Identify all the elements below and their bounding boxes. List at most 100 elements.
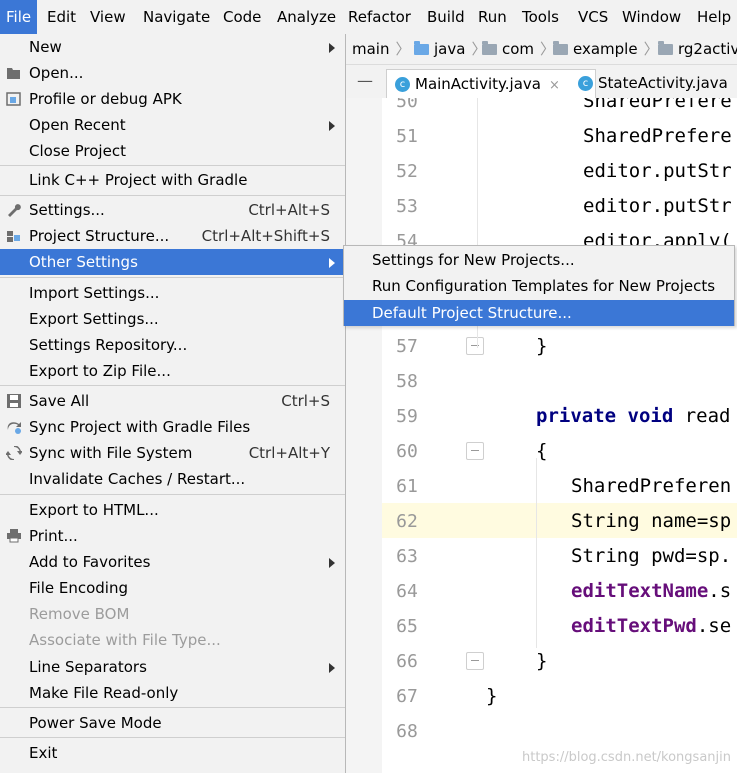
menu-item-invalidate-caches[interactable]: Invalidate Caches / Restart...: [0, 466, 345, 492]
chevron-right-icon: 〉: [395, 40, 411, 58]
menu-separator: [0, 195, 345, 196]
line-number: 61: [396, 476, 418, 497]
code-line: editTextPwd.se: [571, 609, 731, 644]
menu-item-file-encoding[interactable]: File Encoding: [0, 575, 345, 601]
menu-item-add-favorites[interactable]: Add to Favorites: [0, 549, 345, 575]
menu-vcs[interactable]: VCS: [572, 0, 614, 34]
collapse-icon[interactable]: —: [356, 72, 374, 90]
breadcrumb-java[interactable]: java 〉: [414, 34, 486, 64]
menu-item-profile-apk[interactable]: Profile or debug APK: [0, 86, 345, 112]
line-number: 57: [396, 336, 418, 357]
menu-item-associate-file-type: Associate with File Type...: [29, 631, 221, 649]
submenu-arrow-icon: [329, 558, 335, 568]
code-line: editor.putStr: [583, 195, 732, 217]
menu-help[interactable]: Help: [691, 0, 737, 34]
editor-tabs: — c MainActivity.java × c StateActivity.j…: [346, 65, 737, 99]
menu-item-import-settings[interactable]: Import Settings...: [0, 280, 345, 306]
menu-refactor[interactable]: Refactor: [342, 0, 417, 34]
code-line: }: [536, 650, 548, 672]
menu-item-open-recent[interactable]: Open Recent: [0, 112, 345, 138]
printer-icon: [7, 529, 21, 543]
menu-item-exit[interactable]: Exit: [0, 740, 345, 766]
menu-item-close-project[interactable]: Close Project: [0, 138, 345, 164]
line-number: 65: [396, 616, 418, 637]
menu-item-project-structure[interactable]: Project Structure... Ctrl+Alt+Shift+S: [0, 223, 345, 249]
fold-marker-icon[interactable]: [466, 337, 484, 355]
menu-item-export-settings[interactable]: Export Settings...: [0, 306, 345, 332]
folder-open-icon: [7, 68, 20, 79]
line-number: 68: [396, 721, 418, 742]
indent-guide: [536, 458, 537, 648]
fold-marker-icon[interactable]: [466, 652, 484, 670]
menu-item-sync-gradle[interactable]: Sync Project with Gradle Files: [0, 414, 345, 440]
line-number: 60: [396, 441, 418, 462]
menu-navigate[interactable]: Navigate: [137, 0, 216, 34]
breadcrumb-example[interactable]: example 〉: [553, 34, 659, 64]
menu-separator: [0, 385, 345, 386]
field-reference: editTextPwd: [571, 615, 697, 637]
line-number: 67: [396, 686, 418, 707]
code-line: }: [486, 685, 498, 707]
package-icon: [553, 41, 568, 55]
menu-item-export-html[interactable]: Export to HTML...: [0, 497, 345, 523]
menu-item-remove-bom: Remove BOM: [29, 605, 130, 623]
package-icon: [482, 41, 497, 55]
menu-separator: [0, 737, 345, 738]
menu-item-export-zip[interactable]: Export to Zip File...: [0, 358, 345, 384]
apk-icon: [6, 92, 21, 106]
menu-item-link-cpp[interactable]: Link C++ Project with Gradle: [0, 167, 345, 193]
code-text: .se: [696, 615, 732, 637]
package-icon: [658, 41, 673, 55]
menu-item-other-settings[interactable]: Other Settings: [0, 249, 345, 275]
code-line: private void read: [536, 399, 730, 434]
menu-analyze[interactable]: Analyze: [271, 0, 342, 34]
menu-item-make-read-only[interactable]: Make File Read-only: [0, 680, 345, 706]
menu-item-open[interactable]: Open...: [0, 60, 345, 86]
menu-edit[interactable]: Edit: [41, 0, 82, 34]
fold-marker-icon[interactable]: [466, 442, 484, 460]
tab-state-activity[interactable]: c StateActivity.java: [570, 69, 737, 98]
submenu-item-default-project-structure[interactable]: Default Project Structure...: [344, 300, 734, 326]
menu-file[interactable]: File: [0, 0, 38, 34]
menu-code[interactable]: Code: [217, 0, 267, 34]
java-class-icon: c: [395, 77, 410, 92]
menu-item-line-separators[interactable]: Line Separators: [0, 654, 345, 680]
code-editor[interactable]: 50 51 52 53 54 57 58 59 60 61 62 63 64 6…: [346, 98, 737, 773]
submenu-item-run-config-templates[interactable]: Run Configuration Templates for New Proj…: [344, 273, 734, 299]
menu-tools[interactable]: Tools: [516, 0, 565, 34]
breadcrumb-main[interactable]: main 〉: [352, 34, 411, 64]
code-line: SharedPrefere: [583, 98, 732, 112]
menu-item-save-all[interactable]: Save All Ctrl+S: [0, 388, 345, 414]
project-structure-icon: [7, 231, 20, 242]
breadcrumb-rg2activ[interactable]: rg2activ: [658, 34, 737, 64]
wrench-icon: [8, 204, 21, 217]
menu-run[interactable]: Run: [472, 0, 513, 34]
menu-build[interactable]: Build: [421, 0, 471, 34]
code-line: editor.putStr: [583, 160, 732, 182]
line-number: 52: [396, 161, 418, 182]
breadcrumb-com[interactable]: com 〉: [482, 34, 555, 64]
code-line: editTextName.s: [571, 574, 731, 609]
menu-item-print[interactable]: Print...: [0, 523, 345, 549]
tab-main-activity[interactable]: c MainActivity.java ×: [386, 69, 596, 99]
menu-separator: [0, 707, 345, 708]
submenu-item-settings-new-projects[interactable]: Settings for New Projects...: [344, 247, 734, 273]
submenu-arrow-icon: [329, 43, 335, 53]
code-line: String name=sp: [571, 510, 732, 532]
line-number: 64: [396, 581, 418, 602]
line-number: 66: [396, 651, 418, 672]
line-number: 51: [396, 126, 418, 147]
menu-window[interactable]: Window: [616, 0, 687, 34]
menu-item-power-save-mode[interactable]: Power Save Mode: [0, 710, 345, 736]
close-icon[interactable]: ×: [549, 78, 560, 93]
file-menu-dropdown: New Open... Profile or debug APK Open Re…: [0, 34, 346, 773]
menu-item-settings[interactable]: Settings... Ctrl+Alt+S: [0, 197, 345, 223]
menu-view[interactable]: View: [84, 0, 132, 34]
menu-item-new[interactable]: New: [0, 34, 345, 60]
menu-item-settings-repository[interactable]: Settings Repository...: [0, 332, 345, 358]
menu-item-sync-file-system[interactable]: Sync with File System Ctrl+Alt+Y: [0, 440, 345, 466]
menu-separator: [0, 165, 345, 166]
line-number: 50: [396, 98, 418, 112]
sync-icon: [6, 446, 22, 460]
code-line: SharedPreferen: [571, 475, 732, 497]
